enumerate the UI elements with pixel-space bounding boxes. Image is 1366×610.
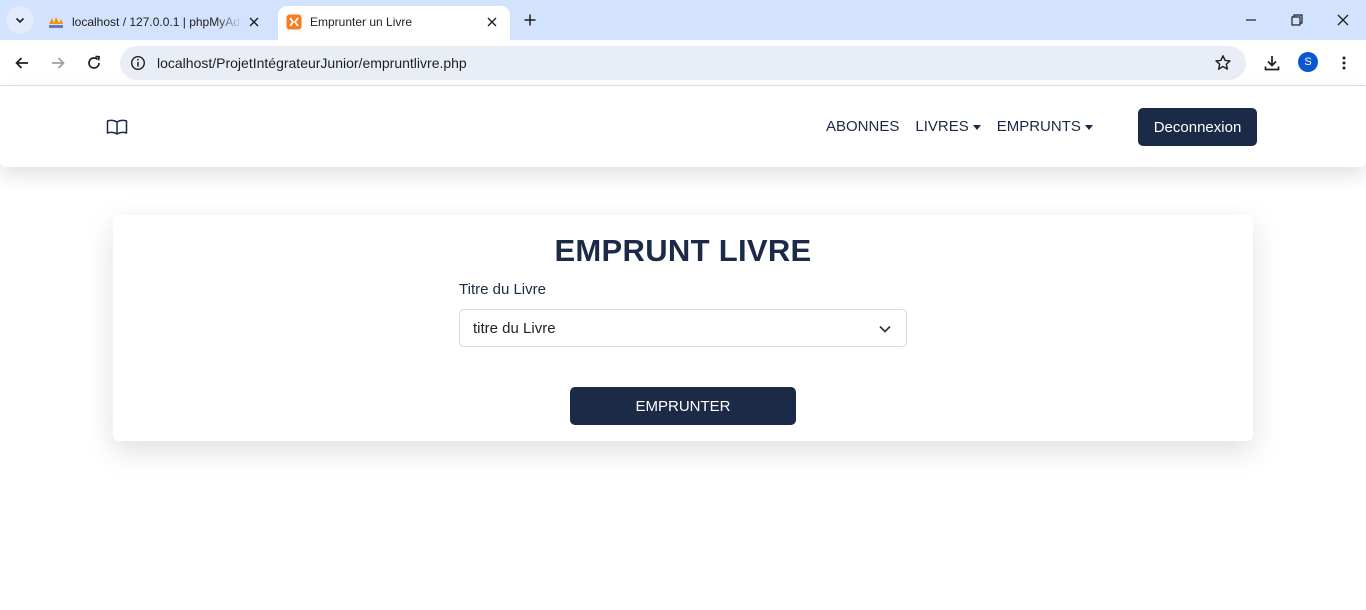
logout-button[interactable]: Deconnexion [1138, 108, 1257, 146]
site-navbar: ABONNES LIVRES EMPRUNTS Deconnexion [0, 87, 1366, 167]
restore-icon [1291, 14, 1303, 26]
browser-toolbar: localhost/ProjetIntégrateurJunior/emprun… [0, 40, 1366, 86]
close-icon [1337, 14, 1349, 26]
browser-menu-button[interactable] [1332, 51, 1356, 75]
back-button[interactable] [10, 51, 34, 75]
tab-emprunter-livre[interactable]: Emprunter un Livre [278, 6, 510, 40]
arrow-left-icon [15, 57, 28, 69]
profile-avatar[interactable]: S [1298, 52, 1318, 72]
nav-link-emprunts[interactable]: EMPRUNTS [997, 118, 1093, 135]
book-title-select[interactable]: titre du Livre [459, 309, 907, 347]
xampp-icon [286, 14, 302, 30]
close-tab-icon[interactable] [246, 14, 262, 30]
open-book-icon[interactable] [106, 118, 128, 136]
reload-icon [88, 55, 100, 69]
caret-down-icon [972, 124, 981, 130]
browser-tabstrip: localhost / 127.0.0.1 | phpMyAdmin Empru… [0, 0, 1366, 40]
tab-phpmyadmin[interactable]: localhost / 127.0.0.1 | phpMyAdmin [40, 6, 272, 40]
site-info-icon[interactable] [130, 55, 146, 71]
minimize-icon [1246, 19, 1256, 21]
download-icon [1264, 56, 1280, 71]
arrow-right-icon [52, 57, 65, 69]
nav-link-label: LIVRES [915, 118, 969, 135]
address-bar[interactable]: localhost/ProjetIntégrateurJunior/emprun… [120, 46, 1246, 80]
plus-icon [524, 14, 536, 26]
forward-button[interactable] [46, 51, 70, 75]
nav-link-abonnes[interactable]: ABONNES [826, 118, 899, 135]
minimize-button[interactable] [1241, 10, 1261, 30]
nav-links: ABONNES LIVRES EMPRUNTS [826, 118, 1093, 135]
borrow-button[interactable]: EMPRUNTER [570, 387, 796, 425]
kebab-menu-icon [1342, 56, 1346, 70]
close-tab-icon[interactable] [484, 14, 500, 30]
caret-down-icon [1084, 124, 1093, 130]
tab-search-button[interactable] [6, 6, 34, 34]
book-title-label: Titre du Livre [459, 281, 546, 298]
nav-link-label: ABONNES [826, 118, 900, 135]
loan-form-card: EMPRUNT LIVRE Titre du Livre titre du Li… [113, 215, 1253, 441]
tab-title: localhost / 127.0.0.1 | phpMyAdmin [72, 15, 242, 29]
nav-link-livres[interactable]: LIVRES [915, 118, 981, 135]
chevron-down-icon [879, 325, 891, 333]
url-text[interactable]: localhost/ProjetIntégrateurJunior/emprun… [157, 55, 467, 71]
new-tab-button[interactable] [520, 10, 540, 30]
page-title: EMPRUNT LIVRE [554, 233, 812, 268]
nav-link-label: EMPRUNTS [996, 118, 1081, 135]
phpmyadmin-icon [49, 17, 63, 28]
reload-button[interactable] [82, 51, 106, 75]
chevron-down-icon [15, 17, 25, 24]
close-window-button[interactable] [1333, 10, 1353, 30]
bookmark-star-icon[interactable] [1214, 54, 1232, 72]
tab-title: Emprunter un Livre [310, 15, 413, 29]
select-value: titre du Livre [473, 320, 556, 337]
downloads-button[interactable] [1260, 51, 1284, 75]
restore-button[interactable] [1287, 10, 1307, 30]
